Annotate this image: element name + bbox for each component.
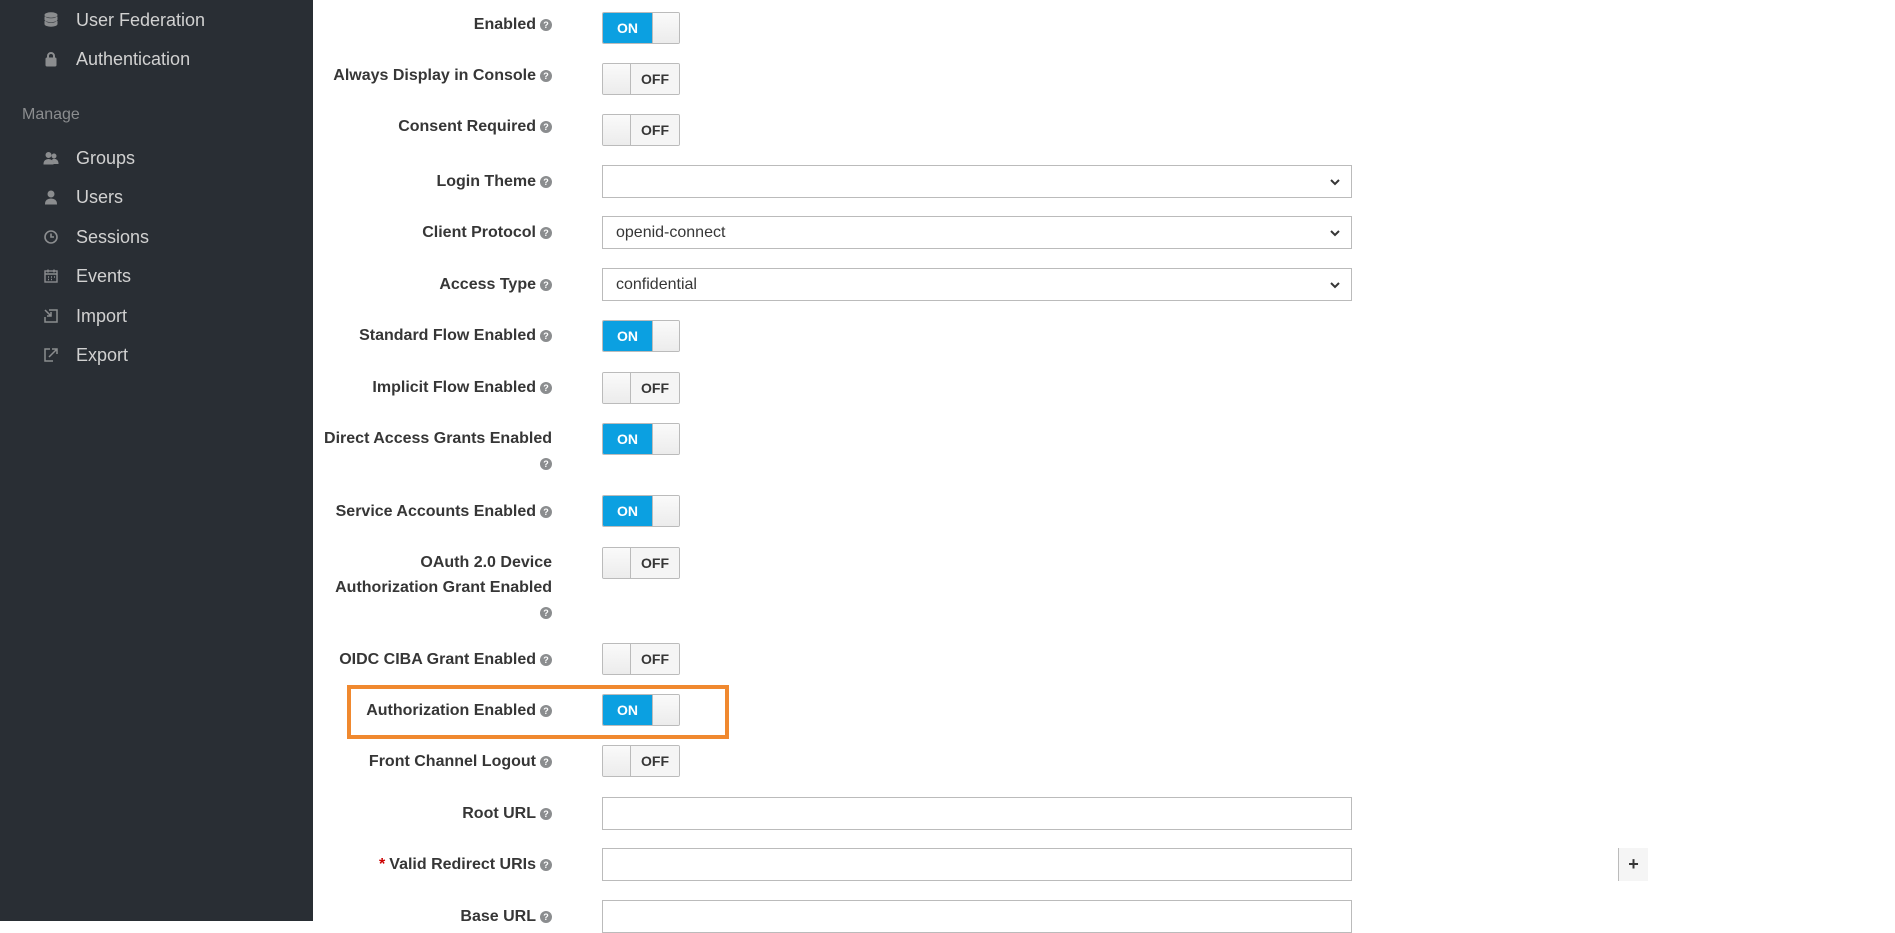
- sidebar-item-groups[interactable]: Groups: [0, 140, 313, 176]
- oidc-ciba-toggle[interactable]: OFF: [602, 643, 680, 675]
- help-icon[interactable]: ?: [540, 808, 552, 820]
- base-url-label: Base URL?: [460, 904, 552, 929]
- sidebar-item-label: Import: [76, 305, 128, 326]
- login-theme-select[interactable]: [602, 165, 1352, 198]
- access-type-label: Access Type?: [439, 272, 552, 297]
- oauth-device-label: OAuth 2.0 Device Authorization Grant Enab…: [335, 554, 552, 619]
- standard-flow-label: Standard Flow Enabled?: [359, 323, 552, 348]
- sidebar-item-label: Users: [76, 186, 124, 207]
- sidebar-item-label: Groups: [76, 147, 136, 168]
- help-icon[interactable]: ?: [540, 458, 552, 470]
- root-url-label: Root URL?: [462, 801, 552, 826]
- help-icon[interactable]: ?: [540, 506, 552, 518]
- users-icon: [42, 149, 60, 167]
- help-icon[interactable]: ?: [540, 279, 552, 291]
- sidebar-item-import[interactable]: Import: [0, 298, 313, 334]
- add-redirect-button[interactable]: +: [1618, 848, 1648, 881]
- clock-icon: [42, 228, 60, 246]
- import-icon: [42, 307, 60, 325]
- sidebar-item-authentication[interactable]: Authentication: [0, 41, 313, 77]
- help-icon[interactable]: ?: [540, 227, 552, 239]
- valid-redirect-label: * Valid Redirect URIs?: [379, 852, 552, 877]
- sidebar: User Federation Authentication Manage Gr…: [0, 0, 313, 921]
- sidebar-item-label: Events: [76, 265, 132, 286]
- standard-flow-toggle[interactable]: ON: [602, 320, 680, 352]
- help-icon[interactable]: ?: [540, 382, 552, 394]
- consent-required-label: Consent Required?: [398, 114, 552, 139]
- direct-access-label: Direct Access Grants Enabled?: [324, 430, 552, 470]
- help-icon[interactable]: ?: [540, 705, 552, 717]
- chevron-down-icon: [1330, 230, 1340, 237]
- sidebar-item-sessions[interactable]: Sessions: [0, 219, 313, 255]
- chevron-down-icon: [1330, 179, 1340, 186]
- authorization-toggle[interactable]: ON: [602, 694, 680, 726]
- client-protocol-label: Client Protocol?: [422, 220, 552, 245]
- database-icon: [42, 11, 60, 29]
- sidebar-heading-manage: Manage: [22, 106, 80, 123]
- access-type-select[interactable]: confidential: [602, 268, 1352, 301]
- help-icon[interactable]: ?: [540, 911, 552, 923]
- sidebar-item-events[interactable]: Events: [0, 258, 313, 294]
- always-display-label: Always Display in Console?: [333, 63, 552, 88]
- help-icon[interactable]: ?: [540, 70, 552, 82]
- service-accounts-toggle[interactable]: ON: [602, 495, 680, 527]
- help-icon[interactable]: ?: [540, 859, 552, 871]
- help-icon[interactable]: ?: [540, 654, 552, 666]
- sidebar-item-label: Export: [76, 344, 129, 365]
- export-icon: [42, 346, 60, 364]
- client-protocol-select[interactable]: openid-connect: [602, 216, 1352, 249]
- sidebar-item-label: Sessions: [76, 226, 150, 247]
- consent-required-toggle[interactable]: OFF: [602, 114, 680, 146]
- login-theme-label: Login Theme?: [436, 169, 552, 194]
- always-display-toggle[interactable]: OFF: [602, 63, 680, 95]
- calendar-icon: [42, 267, 60, 285]
- user-icon: [42, 188, 60, 206]
- help-icon[interactable]: ?: [540, 176, 552, 188]
- help-icon[interactable]: ?: [540, 19, 552, 31]
- front-channel-toggle[interactable]: OFF: [602, 745, 680, 777]
- help-icon[interactable]: ?: [540, 756, 552, 768]
- front-channel-label: Front Channel Logout?: [369, 749, 552, 774]
- help-icon[interactable]: ?: [540, 330, 552, 342]
- direct-access-toggle[interactable]: ON: [602, 423, 680, 455]
- implicit-flow-toggle[interactable]: OFF: [602, 372, 680, 404]
- implicit-flow-label: Implicit Flow Enabled?: [372, 375, 552, 400]
- enabled-label: Enabled?: [474, 12, 552, 37]
- root-url-input[interactable]: [602, 797, 1352, 830]
- help-icon[interactable]: ?: [540, 121, 552, 133]
- oauth-device-toggle[interactable]: OFF: [602, 547, 680, 579]
- base-url-input[interactable]: [602, 900, 1352, 933]
- sidebar-item-label: User Federation: [76, 9, 206, 30]
- sidebar-item-users[interactable]: Users: [0, 179, 313, 215]
- sidebar-item-export[interactable]: Export: [0, 337, 313, 373]
- chevron-down-icon: [1330, 282, 1340, 289]
- enabled-toggle[interactable]: ON: [602, 12, 680, 44]
- oidc-ciba-label: OIDC CIBA Grant Enabled?: [339, 647, 552, 672]
- sidebar-item-user-federation[interactable]: User Federation: [0, 2, 313, 38]
- help-icon[interactable]: ?: [540, 607, 552, 619]
- service-accounts-label: Service Accounts Enabled?: [336, 499, 552, 524]
- valid-redirect-input[interactable]: +: [602, 848, 1648, 881]
- lock-icon: [42, 50, 60, 68]
- sidebar-item-label: Authentication: [76, 48, 191, 69]
- authorization-label: Authorization Enabled?: [366, 698, 552, 723]
